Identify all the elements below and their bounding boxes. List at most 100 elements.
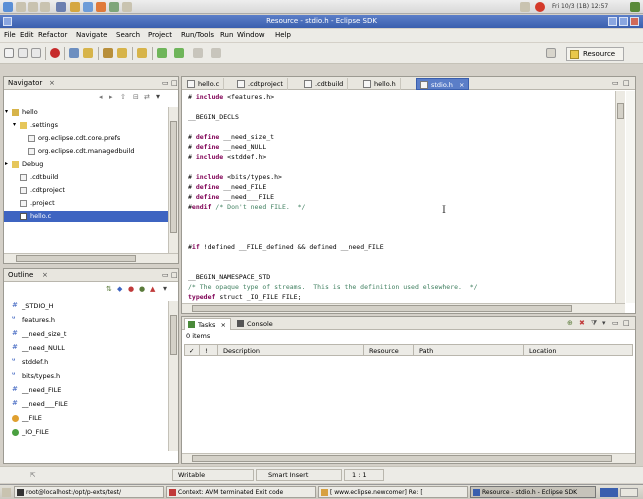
menu-search[interactable]: Search (116, 31, 140, 39)
back-icon[interactable]: ◂ (99, 93, 103, 101)
previous-annotation-icon[interactable] (174, 48, 184, 58)
update-alert-icon[interactable] (535, 2, 545, 12)
outline-item[interactable]: __FILE (4, 413, 168, 424)
tasks-horizontal-scrollbar[interactable] (182, 453, 635, 463)
view-menu-icon[interactable]: ▾ (156, 92, 160, 101)
column-header-description[interactable]: Description (223, 347, 260, 355)
tree-item[interactable]: org.eclipse.cdt.managedbuild (4, 146, 168, 157)
view-menu-icon[interactable]: ▾ (163, 284, 167, 293)
editor-tab-hello-h[interactable]: hello.h (360, 78, 401, 90)
tree-item[interactable]: ▸ Debug (4, 159, 168, 170)
link-editor-icon[interactable]: ⇄ (144, 93, 150, 101)
tab-tasks[interactable]: Tasks × (184, 318, 231, 330)
outline-item[interactable]: ᵘ bits/types.h (4, 371, 168, 382)
launcher-icon[interactable] (122, 2, 132, 12)
column-header-completed[interactable]: ✓ (189, 347, 194, 355)
column-header-priority[interactable]: ! (205, 347, 208, 355)
outline-item[interactable]: # __need_NULL (4, 343, 168, 354)
navigator-title[interactable]: Navigator (8, 79, 42, 87)
launcher-icon[interactable] (16, 2, 26, 12)
outline-item[interactable]: # _STDIO_H (4, 301, 168, 312)
taskbar-button-terminal[interactable]: root@localhost:/opt/p-exts/test/ (14, 486, 164, 498)
filter-icon[interactable]: ⧩ (591, 319, 597, 328)
editor-tab-stdio-h[interactable]: stdio.h × (416, 78, 470, 90)
tree-item[interactable]: .cdtproject (4, 185, 168, 196)
volume-icon[interactable] (630, 2, 640, 12)
maximize-view-icon[interactable]: □ (171, 79, 178, 87)
debug-icon[interactable] (50, 48, 60, 58)
menu-navigate[interactable]: Navigate (76, 31, 107, 39)
maximize-view-icon[interactable]: □ (171, 271, 178, 279)
tree-item[interactable]: .cdtbuild (4, 172, 168, 183)
view-menu-icon[interactable]: ▾ (602, 319, 606, 327)
navigator-vertical-scrollbar[interactable] (168, 107, 178, 253)
launcher-icon[interactable] (56, 2, 66, 12)
menu-run-tools[interactable]: Run/Tools (181, 31, 214, 39)
menu-window[interactable]: Window (237, 31, 265, 39)
maximize-view-icon[interactable]: □ (623, 319, 630, 327)
perspective-switcher[interactable]: Resource (566, 47, 624, 61)
show-desktop-icon[interactable] (2, 488, 11, 497)
scroll-thumb[interactable] (170, 315, 177, 355)
expand-icon[interactable]: ▸ (5, 160, 8, 167)
print-icon[interactable] (31, 48, 41, 58)
expand-icon[interactable]: ▾ (5, 108, 8, 115)
editor-tab-cdtbuild[interactable]: .cdtbuild (301, 78, 349, 90)
close-icon[interactable]: × (49, 79, 55, 87)
open-perspective-icon[interactable] (546, 48, 556, 58)
launcher-icon[interactable] (96, 2, 106, 12)
workspace-switcher[interactable] (600, 488, 618, 497)
launcher-icon[interactable] (28, 2, 38, 12)
menu-run[interactable]: Run (220, 31, 233, 39)
up-icon[interactable]: ⇧ (120, 93, 126, 101)
open-icon[interactable] (137, 48, 147, 58)
minimize-view-icon[interactable]: ▭ (612, 79, 619, 87)
menu-edit[interactable]: Edit (20, 31, 34, 39)
save-icon[interactable] (18, 48, 28, 58)
tab-console[interactable]: Console (234, 318, 277, 330)
tree-item[interactable]: .project (4, 198, 168, 209)
taskbar-button-eclipse[interactable]: Resource - stdio.h - Eclipse SDK (470, 486, 596, 498)
column-header-location[interactable]: Location (529, 347, 557, 355)
minimize-button[interactable] (608, 17, 617, 26)
app-menu-icon[interactable] (3, 2, 13, 12)
scroll-thumb[interactable] (170, 121, 177, 233)
delete-icon[interactable]: ✖ (579, 319, 585, 327)
editor-tab-hello-c[interactable]: hello.c (184, 78, 225, 90)
outline-title[interactable]: Outline (8, 271, 33, 279)
editor-tab-cdtproject[interactable]: .cdtproject (234, 78, 288, 90)
outline-item[interactable]: # __need_FILE (4, 385, 168, 396)
search-icon[interactable] (69, 48, 79, 58)
column-header-path[interactable]: Path (419, 347, 433, 355)
launcher-icon[interactable] (70, 2, 80, 12)
tasks-table-body[interactable] (184, 357, 633, 451)
scroll-thumb[interactable] (617, 103, 624, 119)
navigator-horizontal-scrollbar[interactable] (4, 253, 178, 263)
outline-item[interactable]: ᵘ features.h (4, 315, 168, 326)
next-annotation-icon[interactable] (157, 48, 167, 58)
launcher-icon[interactable] (109, 2, 119, 12)
fast-view-icon[interactable]: ⇱ (30, 471, 35, 479)
menu-help[interactable]: Help (275, 31, 291, 39)
maximize-button[interactable] (619, 17, 628, 26)
close-button[interactable] (630, 17, 639, 26)
expand-icon[interactable]: ▾ (13, 121, 16, 128)
editor-vertical-scrollbar[interactable] (615, 91, 625, 303)
menu-refactor[interactable]: Refactor (38, 31, 67, 39)
back-icon[interactable] (193, 48, 203, 58)
clock[interactable]: Fri 10/3 (1B) 12:57 (552, 3, 608, 10)
forward-icon[interactable] (211, 48, 221, 58)
forward-icon[interactable]: ▸ (109, 93, 113, 101)
close-icon[interactable]: × (459, 81, 464, 89)
tree-item[interactable]: ▾ hello (4, 107, 168, 118)
outline-item[interactable]: # __need___FILE (4, 399, 168, 410)
hide-non-public-icon[interactable]: ● (139, 285, 145, 293)
hide-static-icon[interactable]: ● (128, 285, 134, 293)
editor-horizontal-scrollbar[interactable] (182, 303, 625, 313)
tree-item[interactable]: org.eclipse.cdt.core.prefs (4, 133, 168, 144)
new-task-icon[interactable]: ⊕ (567, 319, 573, 327)
outline-item[interactable]: # __need_size_t (4, 329, 168, 340)
taskbar-button-context[interactable]: Context: AVM terminated Exit code (166, 486, 316, 498)
sort-icon[interactable]: ⇅ (106, 285, 112, 293)
scroll-thumb[interactable] (192, 305, 572, 312)
